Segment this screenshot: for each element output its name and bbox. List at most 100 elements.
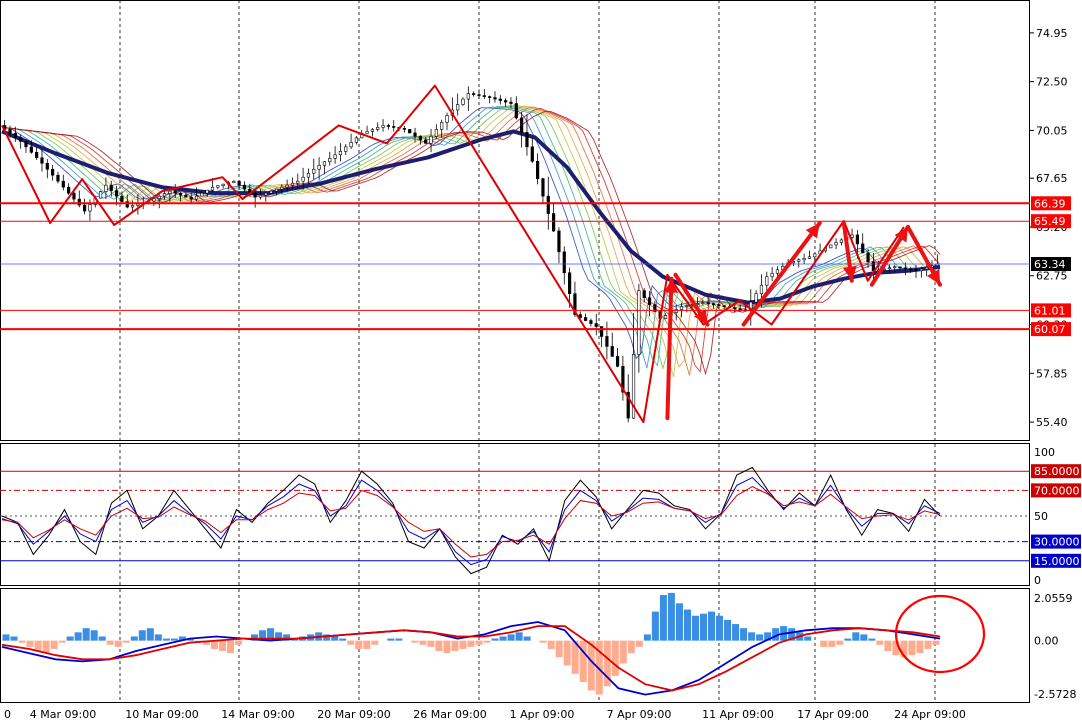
- candle-body: [919, 268, 923, 272]
- candle-body: [525, 132, 529, 148]
- x-tick-label: 14 Mar 09:00: [221, 708, 294, 721]
- candle-body: [24, 141, 28, 148]
- macd-tick-label: 0.00: [1034, 635, 1059, 648]
- candle-body: [493, 97, 497, 100]
- macd-histogram-bar: [555, 640, 563, 658]
- candle-body: [333, 154, 337, 159]
- candle-body: [232, 180, 236, 183]
- candle-body: [925, 267, 929, 270]
- candle-body: [381, 125, 385, 128]
- candle-body: [349, 142, 353, 148]
- macd-histogram-bar: [635, 640, 643, 647]
- x-tick-label: 4 Mar 09:00: [30, 708, 96, 721]
- candle-body: [13, 133, 17, 138]
- candle-body: [637, 290, 641, 355]
- candle-body: [253, 192, 257, 198]
- x-tick-label: 11 Apr 09:00: [702, 708, 774, 721]
- macd-histogram-bar: [740, 628, 748, 641]
- macd-histogram-bar: [339, 638, 347, 641]
- candle-body: [520, 117, 524, 133]
- candle-body: [434, 129, 438, 137]
- candle-body: [855, 234, 859, 245]
- y-tick-label: 62.75: [1036, 270, 1068, 283]
- macd-histogram-bar: [908, 640, 916, 656]
- level-tag-label: 66.39: [1034, 197, 1066, 210]
- candle-body: [530, 146, 534, 162]
- candle-body: [504, 100, 508, 103]
- candle-body: [285, 184, 289, 188]
- candle-body: [200, 192, 204, 197]
- candle-body: [338, 151, 343, 156]
- macd-histogram-bar: [355, 640, 363, 649]
- macd-histogram-bar: [210, 640, 218, 649]
- trading-chart: 0 4 Mar 09:00 10 Mar 09:00 14 Mar 09:00 20 M…: [0, 0, 1081, 721]
- candle-body: [312, 168, 316, 174]
- candle-body: [887, 267, 891, 270]
- stochastic-level-label: 85.0000: [1034, 465, 1080, 478]
- macd-histogram-bar: [146, 628, 154, 641]
- level-tag-label: 60.07: [1034, 323, 1066, 336]
- candle-body: [807, 256, 812, 259]
- candle-body: [109, 184, 113, 191]
- macd-histogram-bar: [852, 632, 860, 641]
- candle-body: [599, 326, 604, 337]
- candle-body: [589, 320, 593, 324]
- candle-body: [765, 276, 769, 286]
- candle-body: [8, 129, 12, 134]
- candle-body: [759, 284, 764, 294]
- macd-histogram-bar: [451, 640, 459, 652]
- candle-body: [301, 176, 305, 182]
- macd-histogram-bar: [515, 632, 523, 641]
- candle-body: [376, 127, 380, 130]
- candle-body: [466, 93, 470, 100]
- candle-body: [866, 252, 870, 263]
- y-tick-label: 70.05: [1036, 124, 1068, 137]
- candle-body: [51, 168, 55, 176]
- macd-histogram-bar: [820, 640, 828, 647]
- candle-body: [178, 192, 183, 196]
- level-tag-label: 63.34: [1034, 258, 1066, 271]
- candle-body: [88, 204, 92, 212]
- macd-histogram-bar: [547, 640, 555, 649]
- candle-body: [909, 268, 913, 271]
- macd-histogram-bar: [539, 640, 547, 643]
- y-tick-label: 55.40: [1036, 416, 1068, 429]
- macd-histogram-bar: [395, 638, 403, 641]
- y-tick-label: 67.65: [1036, 172, 1068, 185]
- macd-histogram-bar: [691, 615, 699, 641]
- macd-histogram-bar: [90, 630, 98, 641]
- candle-body: [546, 195, 550, 214]
- candle-body: [754, 293, 758, 303]
- macd-histogram-bar: [130, 636, 138, 641]
- candle-body: [829, 244, 833, 249]
- candle-body: [903, 267, 907, 270]
- candle-body: [424, 139, 428, 144]
- candle-body: [733, 307, 737, 309]
- macd-histogram-bar: [507, 634, 515, 641]
- candle-body: [615, 356, 620, 367]
- macd-histogram-bar: [651, 611, 659, 641]
- macd-histogram-bar: [475, 640, 483, 645]
- candle-body: [429, 136, 433, 144]
- macd-histogram-bar: [836, 640, 844, 645]
- candle-body: [45, 162, 49, 170]
- macd-histogram-bar: [748, 632, 756, 641]
- macd-histogram-bar: [347, 640, 355, 645]
- macd-histogram-bar: [483, 640, 491, 643]
- candle-body: [136, 203, 140, 206]
- candle-body: [264, 192, 268, 196]
- candle-body: [56, 174, 60, 182]
- macd-histogram-bar: [523, 636, 531, 641]
- candle-body: [221, 183, 225, 186]
- candle-body: [184, 194, 188, 198]
- candle-body: [893, 266, 897, 269]
- candle-body: [567, 272, 572, 294]
- candle-body: [328, 157, 332, 163]
- candle-body: [839, 239, 844, 243]
- candle-body: [322, 161, 327, 166]
- candle-body: [802, 258, 806, 261]
- stochastic-panel: [0, 443, 1030, 586]
- x-tick-label: 10 Mar 09:00: [125, 708, 198, 721]
- macd-histogram-bar: [699, 613, 708, 641]
- candle-body: [114, 190, 119, 197]
